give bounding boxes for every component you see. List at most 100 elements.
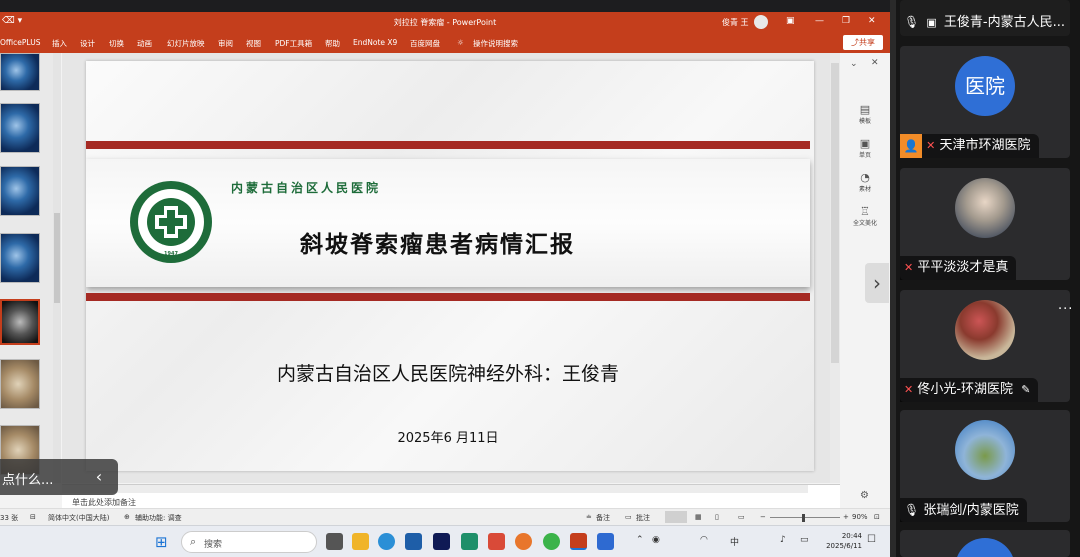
clock-date: 2025/6/11: [826, 542, 862, 550]
wifi-icon[interactable]: ◠: [700, 535, 708, 545]
panel-divider[interactable]: [890, 0, 896, 557]
tab-design[interactable]: 设计: [80, 38, 95, 49]
tab-endnote[interactable]: EndNote X9: [353, 38, 397, 47]
slide-thumbnail[interactable]: [0, 103, 40, 153]
slide-scrollbar[interactable]: [830, 53, 840, 483]
spellcheck-icon[interactable]: ⊟: [30, 513, 36, 521]
tell-me-search[interactable]: 操作说明搜索: [473, 38, 518, 49]
restore-icon[interactable]: ❐: [842, 16, 850, 26]
meeting-app-icon[interactable]: [597, 533, 614, 550]
slide-thumbnail[interactable]: [0, 233, 40, 283]
participant-tile[interactable]: [900, 530, 1070, 557]
beautify-button[interactable]: ♖ 全文美化: [844, 205, 886, 227]
tab-view[interactable]: 视图: [246, 38, 261, 49]
zoom-in-icon[interactable]: +: [843, 513, 849, 521]
slide-thumbnail[interactable]: [0, 166, 40, 216]
comments-icon[interactable]: ▭: [625, 513, 632, 521]
participant-nameplate: ✕ 平平淡淡才是真: [900, 256, 1017, 280]
file-explorer-icon[interactable]: [352, 533, 369, 550]
material-button[interactable]: ◔ 素材: [844, 171, 886, 193]
user-avatar[interactable]: [754, 15, 768, 29]
zy-app-icon[interactable]: [488, 533, 505, 550]
user-name[interactable]: 俊青 王: [722, 17, 749, 28]
close-pane-icon[interactable]: ✕: [871, 58, 879, 68]
slideshow-icon[interactable]: ▭: [738, 513, 745, 521]
zoom-slider-handle[interactable]: [802, 514, 805, 522]
minimize-icon[interactable]: —: [815, 16, 824, 26]
chevron-left-icon[interactable]: ‹: [86, 465, 112, 489]
participant-tile[interactable]: ✕ 平平淡淡才是真: [900, 168, 1070, 280]
participant-tile[interactable]: 医院 👤 ✕ 天津市环湖医院: [900, 46, 1070, 158]
notes-area[interactable]: 单击此处添加备注: [62, 484, 840, 508]
tab-help[interactable]: 帮助: [325, 38, 340, 49]
scrollbar-thumb[interactable]: [831, 63, 839, 363]
tab-transitions[interactable]: 切换: [109, 38, 124, 49]
battery-icon[interactable]: ▭: [800, 535, 809, 545]
tab-officeplus[interactable]: OfficePLUS: [0, 38, 40, 47]
reading-view-icon[interactable]: ▯: [715, 513, 719, 521]
scrollbar-thumb[interactable]: [54, 213, 60, 303]
comments-label[interactable]: 批注: [636, 513, 650, 523]
slide-editor: 1947 内蒙古自治区人民医院 斜坡脊索瘤患者病情汇报 内蒙古自治区人民医院神经…: [62, 53, 840, 483]
clock[interactable]: 20:44 2025/6/11: [824, 531, 862, 551]
slide-thumbnail[interactable]: [0, 53, 40, 91]
share-button[interactable]: ⤴共享: [843, 35, 883, 50]
tray-chevron-icon[interactable]: ⌃: [636, 535, 644, 545]
taskbar-search[interactable]: ⌕ 搜索: [181, 531, 317, 553]
current-slide[interactable]: 1947 内蒙古自治区人民医院 斜坡脊索瘤患者病情汇报 内蒙古自治区人民医院神经…: [86, 61, 814, 471]
slide-thumbnail-selected[interactable]: [0, 299, 40, 345]
notes-toggle-icon[interactable]: ≐: [586, 513, 592, 521]
tab-baidu-netdisk[interactable]: 百度网盘: [410, 38, 440, 49]
lightbulb-icon[interactable]: ☼: [457, 38, 464, 47]
more-options-icon[interactable]: ···: [1058, 302, 1073, 317]
zoom-level[interactable]: 90%: [852, 513, 868, 521]
tab-pdf-toolbox[interactable]: PDF工具箱: [275, 38, 312, 49]
participant-nameplate: 🎙 ▣ 王俊青-内蒙古人民...: [900, 10, 1073, 34]
participant-tile[interactable]: ✕ 佟小光-环湖医院 ✎: [900, 290, 1070, 402]
chevron-down-icon[interactable]: ⌄: [850, 59, 858, 69]
ribbon-display-icon[interactable]: ▣: [786, 16, 795, 26]
windows-start-icon[interactable]: ⊞: [155, 533, 168, 551]
close-icon[interactable]: ✕: [868, 16, 876, 26]
slide-thumbnail[interactable]: [0, 359, 40, 409]
firefox-icon[interactable]: [515, 533, 532, 550]
avatar: [955, 538, 1015, 557]
notification-icon[interactable]: ☐: [867, 534, 876, 545]
fit-slide-icon[interactable]: ⊡: [874, 513, 880, 521]
mail-icon[interactable]: [405, 533, 422, 550]
volume-icon[interactable]: ♪: [780, 535, 786, 545]
tab-animations[interactable]: 动画: [137, 38, 152, 49]
participant-nameplate: ✕ 佟小光-环湖医院 ✎: [900, 378, 1039, 402]
tab-slideshow[interactable]: 幻灯片放映: [167, 38, 205, 49]
slide-sorter-icon[interactable]: ▦: [695, 513, 702, 521]
zoom-slider[interactable]: [770, 517, 840, 518]
tab-insert[interactable]: 插入: [52, 38, 67, 49]
chat-input-toast[interactable]: 点什么... ‹: [0, 459, 118, 495]
single-page-button[interactable]: ▣ 单页: [844, 137, 886, 159]
notes-toggle-label[interactable]: 备注: [596, 513, 610, 523]
xmind-icon[interactable]: [461, 533, 478, 550]
edge-icon[interactable]: [378, 533, 395, 550]
network-tray-icon[interactable]: ◉: [652, 535, 660, 545]
zoom-out-icon[interactable]: −: [760, 513, 766, 521]
thumbnails-scrollbar[interactable]: [53, 53, 61, 483]
participant-tile[interactable]: 🎙 ▣ 王俊青-内蒙古人民...: [900, 0, 1070, 36]
horizontal-scrollbar[interactable]: [62, 485, 808, 493]
hospital-logo: 1947: [130, 181, 212, 263]
ime-indicator[interactable]: 中: [730, 535, 739, 548]
settings-icon[interactable]: ⚙: [860, 490, 869, 501]
accessibility-status[interactable]: 辅助功能: 调查: [135, 513, 182, 523]
logo-year: 1947: [164, 251, 178, 257]
participant-tile[interactable]: 🎙 张瑞剑/内蒙医院: [900, 410, 1070, 522]
template-button[interactable]: ▤ 模板: [844, 103, 886, 125]
accessibility-icon[interactable]: ⊕: [124, 513, 130, 521]
normal-view-button[interactable]: [665, 511, 687, 523]
premiere-icon[interactable]: [433, 533, 450, 550]
tab-review[interactable]: 审阅: [218, 38, 233, 49]
task-view-icon[interactable]: [326, 533, 343, 550]
language-indicator[interactable]: 简体中文(中国大陆): [48, 513, 109, 523]
wechat-icon[interactable]: [543, 533, 560, 550]
powerpoint-taskbar-icon[interactable]: [570, 533, 587, 550]
avatar: [955, 178, 1015, 238]
expand-panel-chevron-icon[interactable]: ›: [865, 263, 889, 303]
